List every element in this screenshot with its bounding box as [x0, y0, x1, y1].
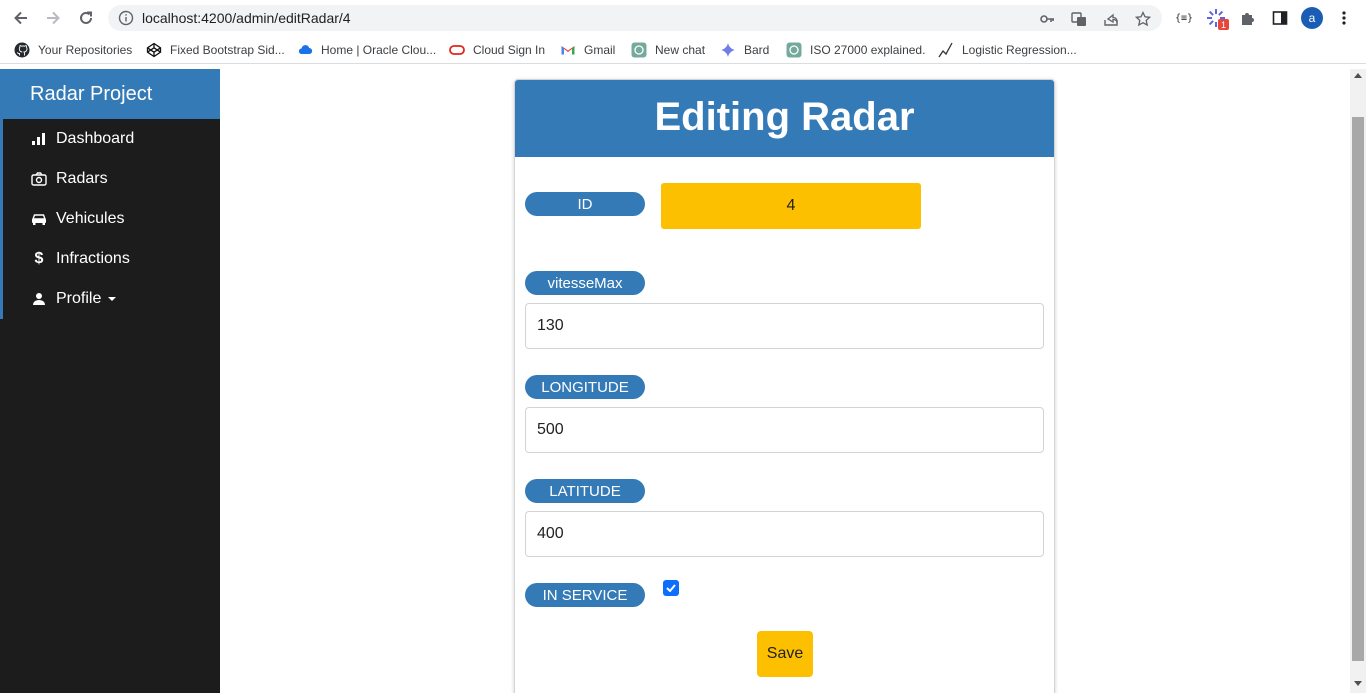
sidebar-item-vehicules[interactable]: Vehicules	[30, 207, 125, 231]
sidebar-item-label: Infractions	[56, 250, 130, 267]
dollar-icon: $	[34, 250, 44, 267]
save-button[interactable]: Save	[757, 631, 813, 677]
bookmark-item[interactable]: Gmail	[560, 42, 615, 58]
chart-line-icon	[938, 42, 954, 58]
sidebar-item-profile[interactable]: Profile	[30, 287, 117, 311]
more-menu-icon[interactable]	[1333, 7, 1355, 29]
json-extension-icon[interactable]: {≡}	[1173, 7, 1195, 29]
bookmark-item[interactable]: Home | Oracle Clou...	[297, 42, 436, 58]
id-label: ID	[525, 192, 645, 216]
extensions-puzzle-icon[interactable]	[1237, 7, 1259, 29]
latitude-input[interactable]	[525, 511, 1044, 557]
id-value: 4	[661, 183, 921, 229]
chatgpt-icon	[786, 42, 802, 58]
bookmark-label: Fixed Bootstrap Sid...	[170, 43, 285, 57]
bookmark-item[interactable]: Your Repositories	[14, 42, 132, 58]
bookmarks-bar: Your Repositories Fixed Bootstrap Sid...…	[0, 36, 1366, 64]
bookmark-label: Gmail	[584, 43, 616, 57]
sidebar-item-label: Dashboard	[56, 130, 135, 147]
side-panel-icon[interactable]	[1269, 7, 1291, 29]
browser-toolbar: localhost:4200/admin/editRadar/4 {≡} 1 a	[0, 0, 1366, 36]
key-icon[interactable]	[1038, 10, 1056, 28]
scroll-thumb[interactable]	[1352, 117, 1364, 661]
check-icon	[666, 584, 676, 592]
scroll-up-icon[interactable]	[1354, 73, 1362, 78]
bookmark-star-icon[interactable]	[1134, 10, 1152, 28]
bookmark-item[interactable]: ISO 27000 explained.	[786, 42, 925, 58]
translate-icon[interactable]	[1070, 10, 1088, 28]
user-icon	[30, 290, 48, 308]
bookmark-item[interactable]: Bard	[720, 42, 769, 58]
in-service-checkbox[interactable]	[663, 580, 679, 596]
back-icon[interactable]	[9, 6, 33, 30]
sidebar: Radar Project Dashboard Radars Vehicules…	[0, 69, 220, 693]
brand-title[interactable]: Radar Project	[0, 69, 220, 119]
bookmark-item[interactable]: Cloud Sign In	[449, 42, 545, 58]
vitesse-max-input[interactable]	[525, 303, 1044, 349]
in-service-label: IN SERVICE	[525, 583, 645, 607]
github-icon	[14, 42, 30, 58]
oracle-icon	[449, 42, 465, 58]
forward-icon[interactable]	[41, 6, 65, 30]
camera-icon	[30, 170, 48, 188]
site-info-icon[interactable]	[118, 10, 134, 31]
bookmark-label: Your Repositories	[38, 43, 133, 57]
reload-icon[interactable]	[74, 6, 98, 30]
longitude-label: LONGITUDE	[525, 375, 645, 399]
bookmark-label: ISO 27000 explained.	[810, 43, 926, 57]
edit-radar-card: Editing Radar ID 4 vitesseMax LONGITUDE …	[514, 79, 1055, 693]
sidebar-item-radars[interactable]: Radars	[30, 167, 108, 191]
caret-down-icon	[108, 297, 117, 301]
bookmark-label: Cloud Sign In	[473, 43, 546, 57]
bookmark-label: Home | Oracle Clou...	[321, 43, 437, 57]
sidebar-item-label: Radars	[56, 170, 108, 187]
bookmark-label: New chat	[655, 43, 706, 57]
longitude-input[interactable]	[525, 407, 1044, 453]
url-text: localhost:4200/admin/editRadar/4	[142, 10, 351, 26]
sidebar-item-dashboard[interactable]: Dashboard	[30, 127, 134, 151]
bookmark-label: Logistic Regression...	[962, 43, 1077, 57]
gmail-icon	[560, 42, 576, 58]
page-title: Editing Radar	[515, 80, 1054, 157]
sidebar-item-label: Vehicules	[56, 210, 125, 227]
codepen-icon	[146, 42, 162, 58]
extension-badge: 1	[1218, 19, 1229, 30]
share-icon[interactable]	[1102, 10, 1120, 28]
sidebar-item-label: Profile	[56, 290, 102, 307]
bookmark-item[interactable]: Logistic Regression...	[938, 42, 1077, 58]
page-scrollbar[interactable]	[1350, 69, 1366, 693]
bookmark-item[interactable]: Fixed Bootstrap Sid...	[146, 42, 285, 58]
bar-chart-icon	[30, 130, 48, 148]
extension-loader-icon[interactable]: 1	[1205, 7, 1229, 30]
bookmark-label: Bard	[744, 43, 770, 57]
sidebar-accent-bar	[0, 119, 3, 319]
car-icon	[30, 210, 48, 228]
vitesse-max-label: vitesseMax	[525, 271, 645, 295]
latitude-label: LATITUDE	[525, 479, 645, 503]
scroll-down-icon[interactable]	[1354, 681, 1362, 686]
cloud-icon	[297, 42, 313, 58]
sidebar-item-infractions[interactable]: $ Infractions	[30, 247, 130, 271]
chatgpt-icon	[631, 42, 647, 58]
address-bar[interactable]: localhost:4200/admin/editRadar/4	[108, 5, 1162, 31]
bard-icon	[720, 42, 736, 58]
profile-avatar[interactable]: a	[1301, 7, 1323, 29]
bookmark-item[interactable]: New chat	[631, 42, 705, 58]
